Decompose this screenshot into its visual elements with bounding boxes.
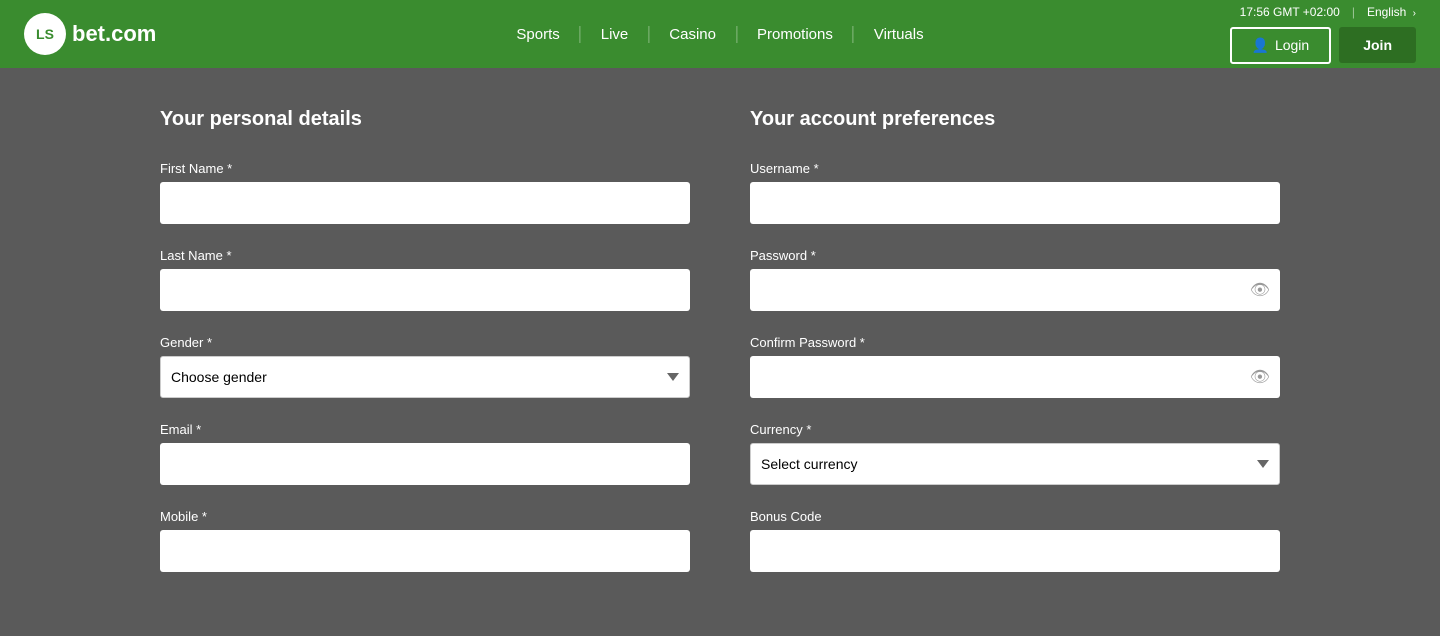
personal-details-title: Your personal details xyxy=(160,108,690,131)
currency-group: Currency * Select currency USD EUR GBP N… xyxy=(750,422,1280,485)
first-name-group: First Name * xyxy=(160,161,690,224)
password-visibility-icon[interactable]: 👁 xyxy=(1250,280,1270,300)
person-icon: 👤 xyxy=(1252,37,1269,54)
top-bar-info: 17:56 GMT +02:00 | English › xyxy=(1240,5,1416,19)
bonus-code-label: Bonus Code xyxy=(750,509,1280,524)
bonus-code-group: Bonus Code xyxy=(750,509,1280,572)
bonus-code-input[interactable] xyxy=(750,530,1280,572)
mobile-input[interactable] xyxy=(160,530,690,572)
first-name-input[interactable] xyxy=(160,182,690,224)
email-input[interactable] xyxy=(160,443,690,485)
nav-promotions[interactable]: Promotions xyxy=(737,26,854,43)
join-button[interactable]: Join xyxy=(1339,27,1416,63)
confirm-password-input-wrapper: 👁 xyxy=(750,356,1280,398)
email-label: Email * xyxy=(160,422,690,437)
email-group: Email * xyxy=(160,422,690,485)
username-label: Username * xyxy=(750,161,1280,176)
logo[interactable]: LS bet.com xyxy=(24,13,156,55)
language-selector[interactable]: English › xyxy=(1367,5,1416,19)
mobile-label: Mobile * xyxy=(160,509,690,524)
gender-group: Gender * Choose gender Male Female xyxy=(160,335,690,398)
account-preferences-section: Your account preferences Username * Pass… xyxy=(750,108,1280,596)
first-name-label: First Name * xyxy=(160,161,690,176)
gender-select[interactable]: Choose gender Male Female xyxy=(160,356,690,398)
confirm-password-input[interactable] xyxy=(750,356,1280,398)
logo-text: bet.com xyxy=(72,21,156,47)
header: LS bet.com Sports Live Casino Promotions… xyxy=(0,0,1440,68)
lang-chevron-icon: › xyxy=(1413,8,1416,19)
password-group: Password * 👁 xyxy=(750,248,1280,311)
mobile-group: Mobile * xyxy=(160,509,690,572)
nav-sports[interactable]: Sports xyxy=(496,26,580,43)
auth-buttons: 👤 Login Join xyxy=(1230,27,1416,64)
last-name-group: Last Name * xyxy=(160,248,690,311)
time-display: 17:56 GMT +02:00 xyxy=(1240,5,1340,19)
password-input-wrapper: 👁 xyxy=(750,269,1280,311)
nav-virtuals[interactable]: Virtuals xyxy=(854,26,944,43)
confirm-password-group: Confirm Password * 👁 xyxy=(750,335,1280,398)
nav-live[interactable]: Live xyxy=(581,26,650,43)
account-preferences-title: Your account preferences xyxy=(750,108,1280,131)
logo-icon: LS xyxy=(24,13,66,55)
username-input[interactable] xyxy=(750,182,1280,224)
password-label: Password * xyxy=(750,248,1280,263)
currency-select[interactable]: Select currency USD EUR GBP NGN xyxy=(750,443,1280,485)
main-content: Your personal details First Name * Last … xyxy=(0,68,1440,636)
gender-label: Gender * xyxy=(160,335,690,350)
last-name-label: Last Name * xyxy=(160,248,690,263)
nav-casino[interactable]: Casino xyxy=(649,26,737,43)
last-name-input[interactable] xyxy=(160,269,690,311)
confirm-password-label: Confirm Password * xyxy=(750,335,1280,350)
currency-label: Currency * xyxy=(750,422,1280,437)
main-nav: Sports Live Casino Promotions Virtuals xyxy=(496,26,943,43)
username-group: Username * xyxy=(750,161,1280,224)
personal-details-section: Your personal details First Name * Last … xyxy=(160,108,690,596)
confirm-password-visibility-icon[interactable]: 👁 xyxy=(1250,367,1270,387)
login-button[interactable]: 👤 Login xyxy=(1230,27,1332,64)
password-input[interactable] xyxy=(750,269,1280,311)
